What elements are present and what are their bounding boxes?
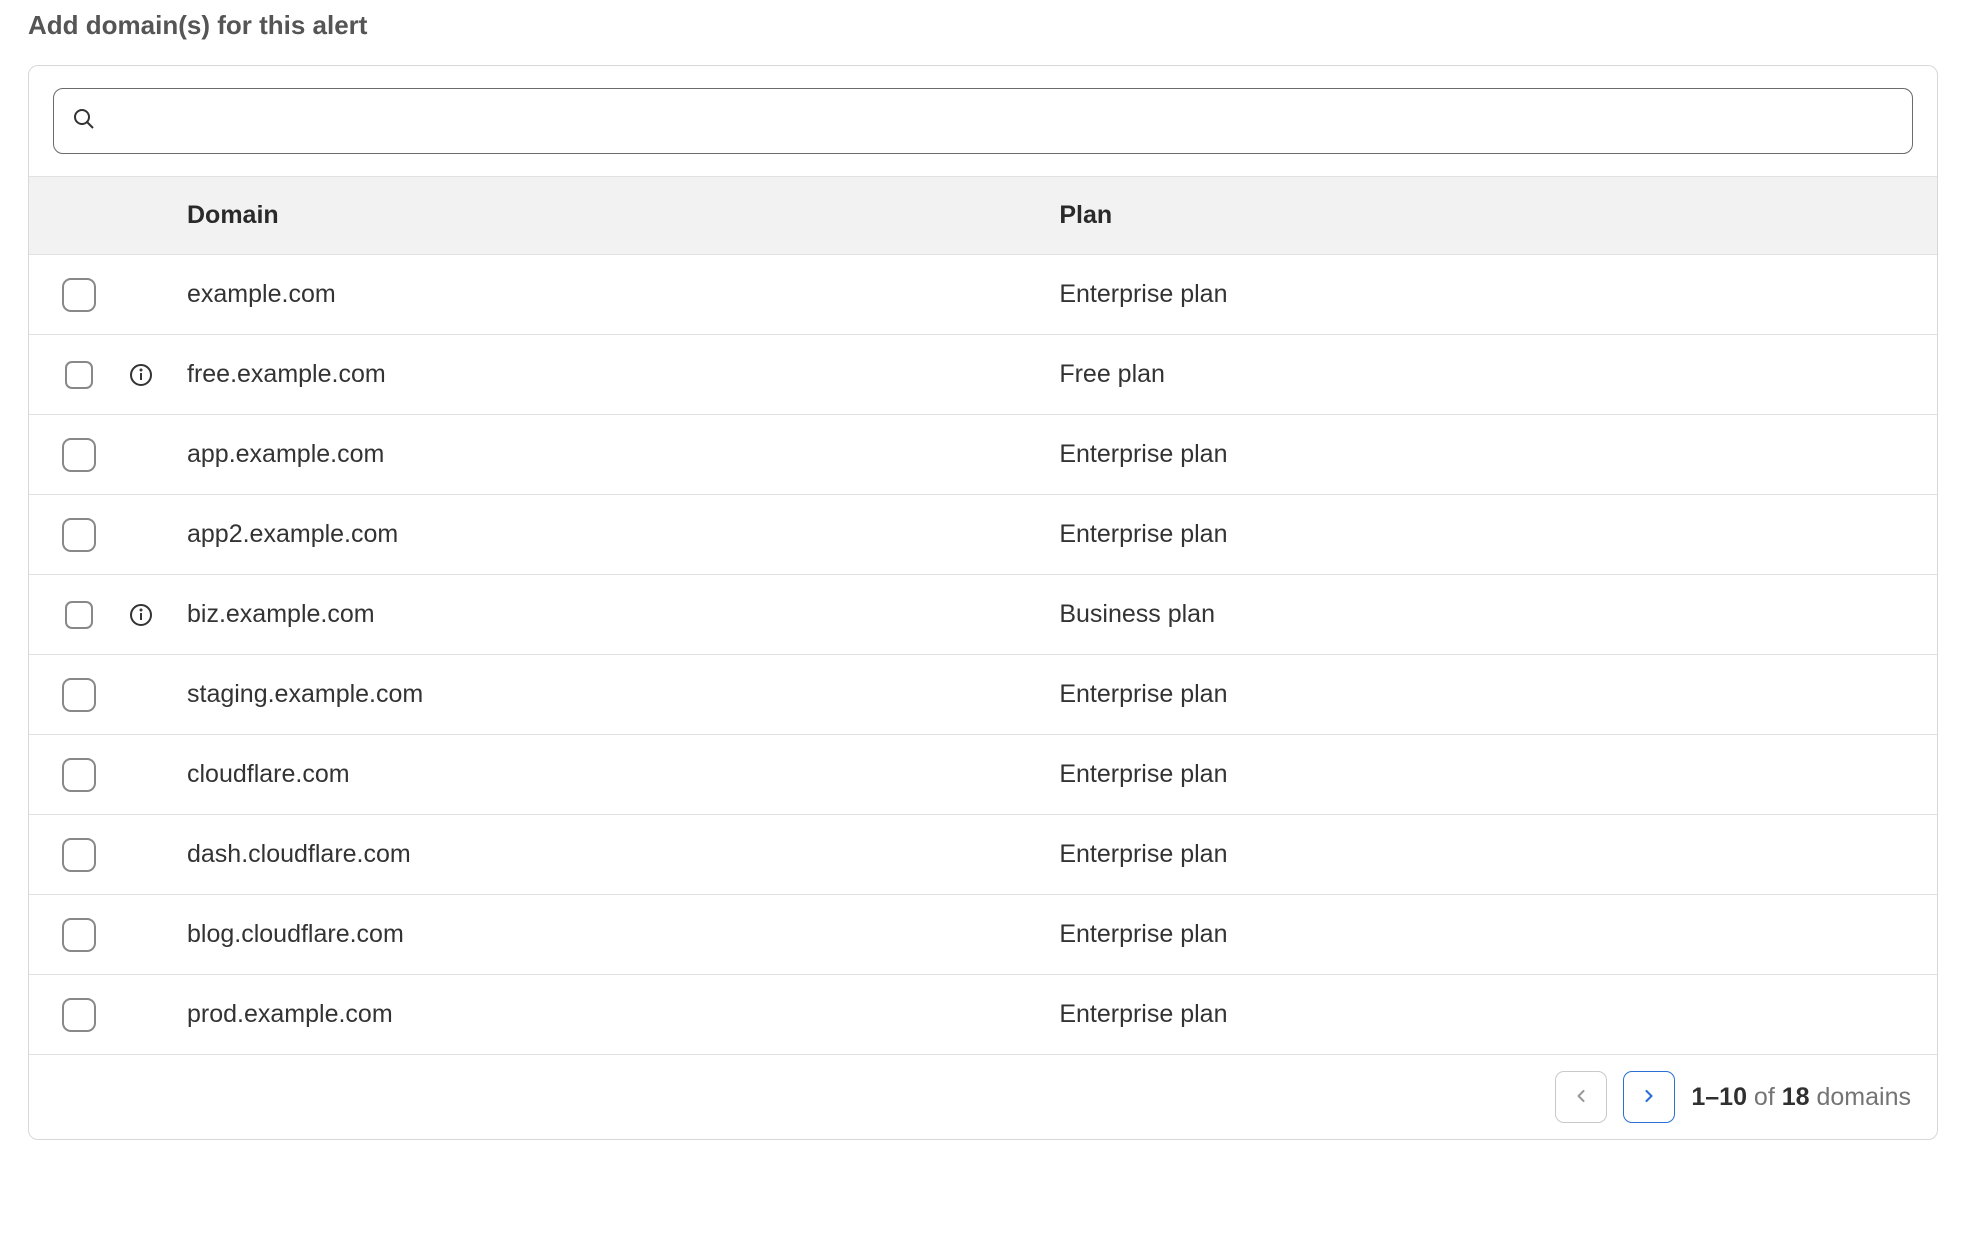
- table-row: example.comEnterprise plan: [29, 255, 1937, 335]
- row-checkbox[interactable]: [65, 361, 93, 389]
- row-checkbox[interactable]: [62, 838, 96, 872]
- domain-cell: dash.cloudflare.com: [187, 815, 1059, 895]
- table-row: app2.example.comEnterprise plan: [29, 495, 1937, 575]
- row-checkbox[interactable]: [62, 998, 96, 1032]
- table-header-row: Domain Plan: [29, 177, 1937, 255]
- column-header-plan: Plan: [1059, 177, 1937, 255]
- chevron-right-icon: [1639, 1086, 1659, 1109]
- row-checkbox[interactable]: [62, 438, 96, 472]
- table-row: dash.cloudflare.comEnterprise plan: [29, 815, 1937, 895]
- table-row: staging.example.comEnterprise plan: [29, 655, 1937, 735]
- next-page-button[interactable]: [1623, 1071, 1675, 1123]
- table-row: biz.example.comBusiness plan: [29, 575, 1937, 655]
- domain-cell: free.example.com: [187, 335, 1059, 415]
- page-title: Add domain(s) for this alert: [28, 10, 1938, 41]
- row-checkbox[interactable]: [62, 678, 96, 712]
- domain-cell: app2.example.com: [187, 495, 1059, 575]
- plan-cell: Enterprise plan: [1059, 975, 1937, 1055]
- domain-picker-card: Domain Plan example.comEnterprise planfr…: [28, 65, 1938, 1140]
- search-icon: [72, 107, 96, 136]
- prev-page-button[interactable]: [1555, 1071, 1607, 1123]
- plan-cell: Enterprise plan: [1059, 895, 1937, 975]
- domain-cell: prod.example.com: [187, 975, 1059, 1055]
- plan-cell: Enterprise plan: [1059, 815, 1937, 895]
- domain-cell: blog.cloudflare.com: [187, 895, 1059, 975]
- plan-cell: Business plan: [1059, 575, 1937, 655]
- pagination-range: 1–10: [1691, 1083, 1747, 1111]
- chevron-left-icon: [1571, 1086, 1591, 1109]
- table-row: prod.example.comEnterprise plan: [29, 975, 1937, 1055]
- table-row: blog.cloudflare.comEnterprise plan: [29, 895, 1937, 975]
- row-checkbox[interactable]: [62, 278, 96, 312]
- table-footer: 1–10 of 18 domains: [29, 1055, 1937, 1139]
- table-row: free.example.comFree plan: [29, 335, 1937, 415]
- row-checkbox[interactable]: [65, 601, 93, 629]
- domain-cell: app.example.com: [187, 415, 1059, 495]
- domain-cell: example.com: [187, 255, 1059, 335]
- domain-table: Domain Plan example.comEnterprise planfr…: [29, 176, 1937, 1055]
- search-field-wrapper[interactable]: [53, 88, 1913, 154]
- plan-cell: Enterprise plan: [1059, 495, 1937, 575]
- pagination-summary: 1–10 of 18 domains: [1691, 1083, 1911, 1112]
- domain-cell: biz.example.com: [187, 575, 1059, 655]
- row-checkbox[interactable]: [62, 518, 96, 552]
- table-row: cloudflare.comEnterprise plan: [29, 735, 1937, 815]
- row-checkbox[interactable]: [62, 918, 96, 952]
- plan-cell: Enterprise plan: [1059, 415, 1937, 495]
- info-icon[interactable]: [129, 603, 153, 627]
- row-checkbox[interactable]: [62, 758, 96, 792]
- domain-cell: cloudflare.com: [187, 735, 1059, 815]
- domain-cell: staging.example.com: [187, 655, 1059, 735]
- info-icon[interactable]: [129, 363, 153, 387]
- search-input[interactable]: [96, 106, 1894, 136]
- pagination-total: 18: [1782, 1083, 1810, 1111]
- plan-cell: Free plan: [1059, 335, 1937, 415]
- plan-cell: Enterprise plan: [1059, 735, 1937, 815]
- plan-cell: Enterprise plan: [1059, 255, 1937, 335]
- plan-cell: Enterprise plan: [1059, 655, 1937, 735]
- column-header-domain: Domain: [187, 177, 1059, 255]
- table-row: app.example.comEnterprise plan: [29, 415, 1937, 495]
